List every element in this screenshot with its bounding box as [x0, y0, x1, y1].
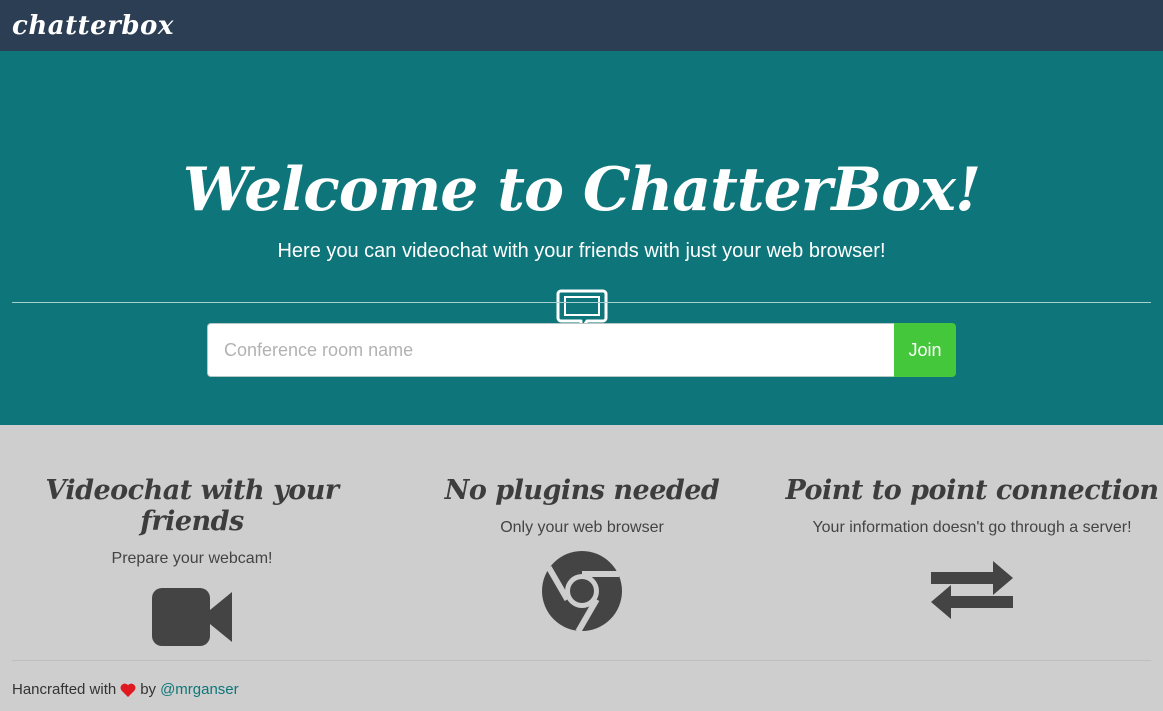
footer: Hancrafted with by @mrganser [12, 681, 239, 698]
hero-title: Welcome to ChatterBox! [182, 155, 982, 225]
hero-divider [12, 302, 1151, 303]
feature-description: Only your web browser [500, 519, 664, 536]
feature-description: Your information doesn't go through a se… [812, 519, 1132, 536]
footer-divider [12, 660, 1151, 661]
feature-title: Videochat with your friends [45, 475, 339, 537]
feature-description: Prepare your webcam! [111, 550, 273, 567]
chrome-icon [542, 551, 622, 632]
feature-videochat: Videochat with your friends Prepare your… [0, 475, 384, 646]
join-form: Join [207, 323, 956, 377]
features-section: Videochat with your friends Prepare your… [0, 425, 1163, 660]
feature-title: Point to point connection [785, 475, 1159, 506]
top-navbar: chatterbox [0, 0, 1163, 51]
feature-p2p: Point to point connection Your informati… [780, 475, 1163, 621]
footer-prefix: Hancrafted with [12, 681, 117, 698]
hero-subtitle: Here you can videochat with your friends… [277, 240, 886, 262]
feature-no-plugins: No plugins needed Only your web browser [390, 475, 774, 632]
heart-icon [120, 683, 136, 697]
author-link[interactable]: @mrganser [160, 681, 239, 698]
join-button[interactable]: Join [894, 323, 956, 377]
exchange-arrows-icon [931, 561, 1013, 619]
hero-section: Welcome to ChatterBox! Here you can vide… [0, 51, 1163, 425]
video-camera-icon [152, 588, 232, 646]
brand-logo[interactable]: chatterbox [12, 11, 174, 41]
room-name-input[interactable] [207, 323, 894, 377]
footer-by: by [140, 681, 157, 698]
feature-title: No plugins needed [444, 475, 720, 506]
